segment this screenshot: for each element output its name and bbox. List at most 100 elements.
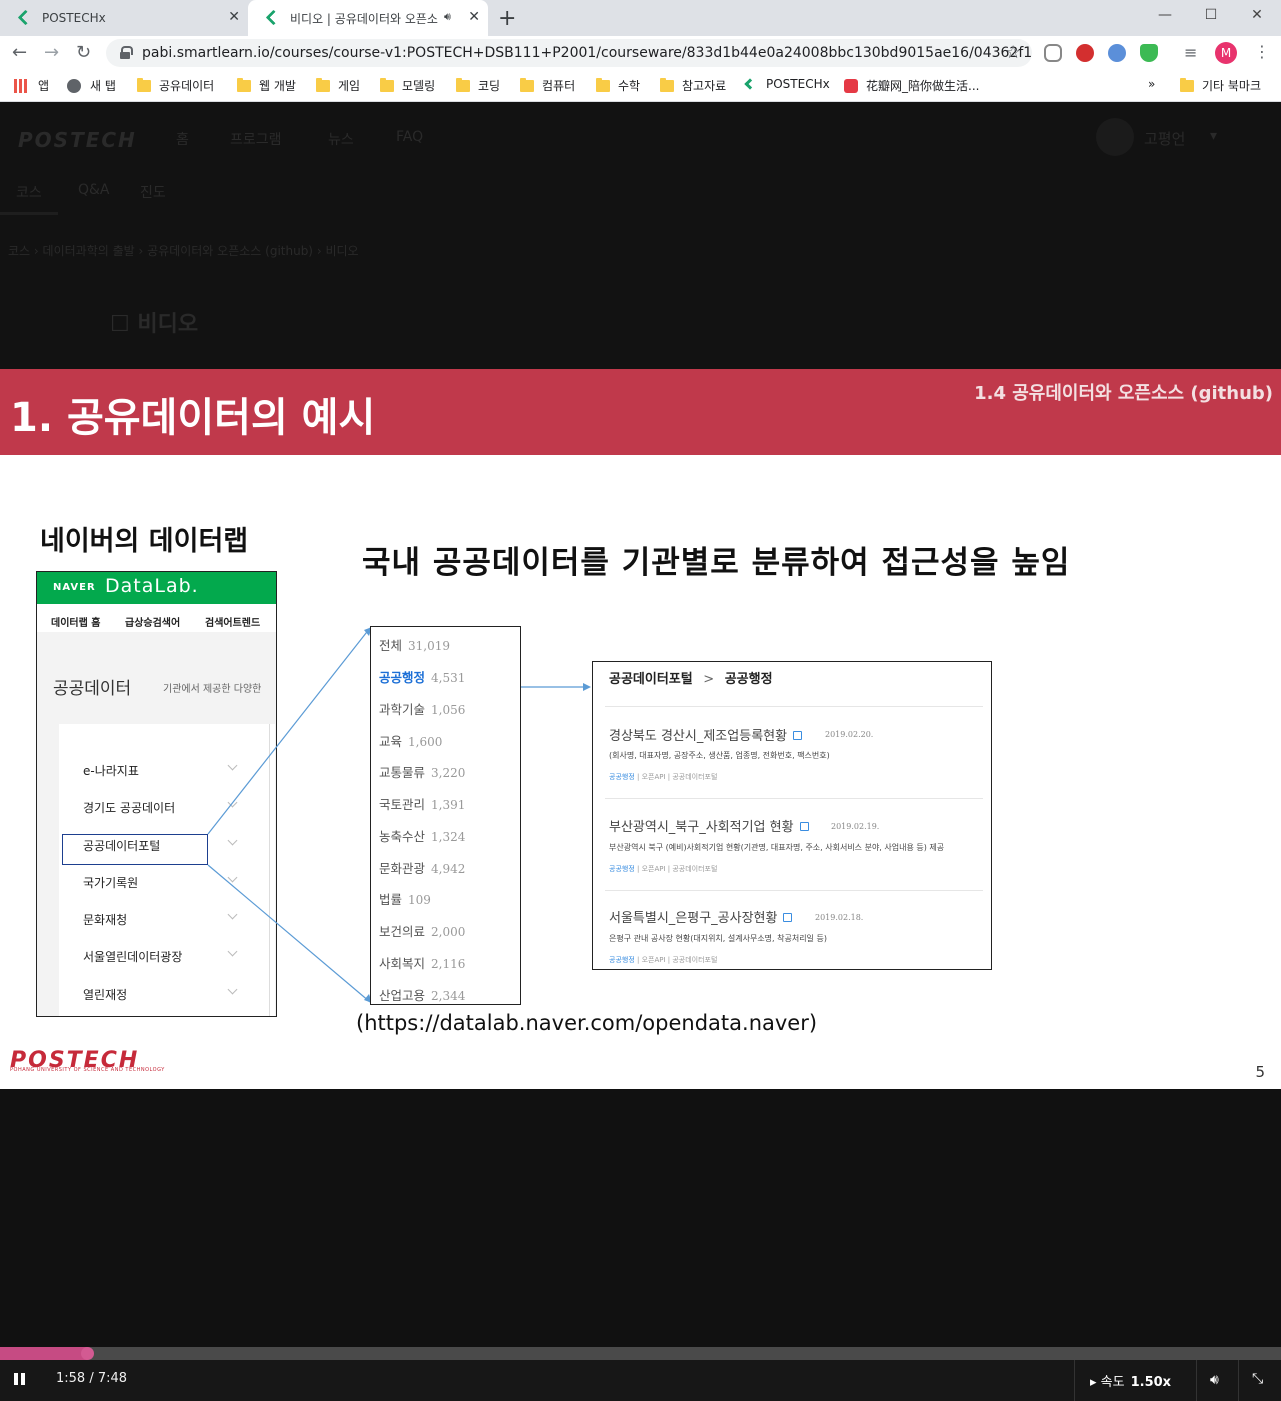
result-title: 경상북도 경산시_제조업등록현황 [609, 725, 803, 744]
category-count: 1,324 [431, 830, 466, 844]
site-nav-home[interactable]: 홈 [176, 129, 189, 149]
tag: 공공데이터포털 [672, 865, 718, 873]
category-count: 2,116 [431, 957, 466, 971]
close-window-button[interactable]: ✕ [1234, 0, 1280, 30]
close-tab-icon[interactable]: ✕ [468, 9, 480, 25]
result-title-text: 부산광역시_북구_사회적기업 현황 [609, 820, 794, 835]
audio-playing-icon[interactable]: 🔊︎ [444, 10, 451, 24]
bookmark-folder[interactable]: 참고자료 [660, 77, 726, 94]
bookmark-folder[interactable]: 수학 [596, 77, 640, 94]
portal-breadcrumb: 공공데이터포털 > 공공행정 [609, 668, 773, 687]
extension-shield-icon[interactable] [1140, 44, 1158, 62]
category-name: 교육 [379, 734, 403, 749]
tag: 공공행정 [609, 956, 635, 964]
category-item: 과학기술 1,056 [379, 699, 465, 718]
bookmark-label: 공유데이터 [159, 79, 215, 93]
category-name: 보건의료 [379, 924, 426, 939]
result-title: 부산광역시_북구_사회적기업 현황 [609, 816, 809, 835]
postechx-favicon-icon [18, 10, 34, 26]
postech-logo-subtitle: POHANG UNIVERSITY OF SCIENCE AND TECHNOL… [10, 1067, 165, 1073]
browser-tab-strip: POSTECHx ✕ 비디오 | 공유데이터와 오픈소 🔊︎ ✕ + — ☐ ✕ [0, 0, 1281, 36]
site-nav-news[interactable]: 뉴스 [328, 129, 354, 149]
course-page-dimmed: POSTECH 홈 프로그램 뉴스 FAQ 고평언 ▾ 코스 Q&A 진도 코스… [0, 102, 1281, 369]
browser-tab-postechx[interactable]: POSTECHx ✕ [0, 0, 248, 36]
menu-kebab-icon[interactable]: ⋮ [1254, 42, 1270, 61]
user-avatar[interactable] [1096, 118, 1134, 156]
bookmark-icon[interactable]: ☐ [110, 312, 130, 337]
bookmark-folder[interactable]: 코딩 [456, 77, 500, 94]
bookmark-folder[interactable]: 게임 [316, 77, 360, 94]
pause-icon[interactable] [14, 1373, 26, 1387]
forward-button[interactable]: → [44, 42, 59, 63]
folder-icon [456, 77, 470, 92]
portal-breadcrumb-root: 공공데이터포털 [609, 672, 693, 687]
bookmark-folder[interactable]: 컴퓨터 [520, 77, 575, 94]
tab-progress[interactable]: 진도 [140, 182, 166, 202]
result-date: 2019.02.18. [815, 913, 864, 922]
api-badge-icon [793, 731, 803, 740]
volume-icon[interactable]: 🔊︎ [1210, 1372, 1219, 1388]
bookmark-folder[interactable]: 웹 개발 [237, 77, 296, 94]
bookmark-new-tab[interactable]: 새 탭 [67, 77, 116, 94]
category-name: 문화관광 [379, 861, 426, 876]
site-nav-program[interactable]: 프로그램 [230, 129, 282, 149]
category-item: 교육 1,600 [379, 731, 442, 750]
breadcrumb-item[interactable]: 공유데이터와 오픈소스 (github) [147, 244, 313, 258]
breadcrumb-item[interactable]: 코스 [8, 244, 30, 258]
exit-fullscreen-icon[interactable]: ⤡ [1252, 1371, 1263, 1387]
video-letterbox[interactable] [0, 1089, 1281, 1347]
extension-cloud-icon[interactable] [1044, 44, 1062, 62]
bookmark-postechx[interactable]: POSTECHx [744, 77, 830, 91]
user-menu-chevron-icon[interactable]: ▾ [1210, 128, 1217, 144]
bookmark-star-icon[interactable]: ☆ [1005, 42, 1021, 63]
video-frame[interactable]: 1. 공유데이터의 예시 1.4 공유데이터와 오픈소스 (github) 네이… [0, 369, 1281, 1089]
playback-speed-button[interactable]: ▸ 속도 1.50x [1090, 1371, 1171, 1390]
tab-title: POSTECHx [42, 11, 106, 25]
result-title-text: 경상북도 경산시_제조업등록현황 [609, 729, 788, 744]
category-name: 공공행정 [379, 670, 426, 685]
divider [1238, 1360, 1239, 1401]
bookmark-folder[interactable]: 공유데이터 [137, 77, 214, 94]
tab-qna[interactable]: Q&A [78, 182, 110, 198]
bookmark-label: 새 탭 [90, 79, 116, 93]
category-count: 1,391 [431, 798, 466, 812]
user-name[interactable]: 고평언 [1144, 128, 1185, 149]
result-tags: 공공행정 | 오픈API | 공공데이터포털 [609, 956, 718, 964]
bookmark-label: 花瓣网_陪你做生活... [866, 79, 980, 93]
bookmark-huaban[interactable]: 花瓣网_陪你做生活... [844, 77, 979, 94]
category-name: 산업고용 [379, 988, 426, 1003]
site-nav-faq[interactable]: FAQ [396, 129, 423, 145]
chevron-right-icon: > [703, 672, 715, 687]
category-item: 교통물류 3,220 [379, 762, 465, 781]
address-bar[interactable]: pabi.smartlearn.io/courses/course-v1:POS… [106, 39, 1032, 67]
tab-course[interactable]: 코스 [16, 182, 42, 202]
breadcrumb-item[interactable]: 데이터과학의 출발 [43, 244, 135, 258]
video-scrub-handle[interactable] [81, 1347, 94, 1360]
profile-avatar[interactable]: M [1215, 42, 1237, 64]
lock-icon [120, 46, 133, 59]
video-progress-fill [0, 1347, 87, 1360]
extension-blue-icon[interactable] [1108, 44, 1126, 62]
bookmark-label: 웹 개발 [259, 79, 296, 93]
category-item: 법률 109 [379, 889, 431, 908]
bookmark-apps[interactable]: 앱 [14, 77, 49, 94]
category-count: 3,220 [431, 766, 466, 780]
category-item: 보건의료 2,000 [379, 921, 465, 940]
video-progress-bar[interactable] [0, 1347, 1281, 1360]
back-button[interactable]: ← [12, 42, 27, 63]
site-logo[interactable]: POSTECH [18, 128, 137, 152]
reload-button[interactable]: ↻ [76, 42, 91, 63]
result-date: 2019.02.20. [825, 730, 874, 739]
bookmark-other[interactable]: 기타 북마크 [1180, 77, 1261, 94]
divider [605, 890, 983, 891]
extension-red-icon[interactable] [1076, 44, 1094, 62]
bookmark-folder[interactable]: 모델링 [380, 77, 435, 94]
minimize-button[interactable]: — [1142, 0, 1188, 30]
browser-tab-video[interactable]: 비디오 | 공유데이터와 오픈소 🔊︎ ✕ [248, 0, 488, 36]
close-tab-icon[interactable]: ✕ [228, 9, 240, 25]
maximize-button[interactable]: ☐ [1188, 0, 1234, 30]
api-badge-icon [799, 822, 809, 831]
media-control-icon[interactable]: ≡ [1184, 43, 1197, 62]
bookmarks-more-button[interactable]: » [1148, 77, 1155, 91]
new-tab-button[interactable]: + [498, 6, 516, 31]
